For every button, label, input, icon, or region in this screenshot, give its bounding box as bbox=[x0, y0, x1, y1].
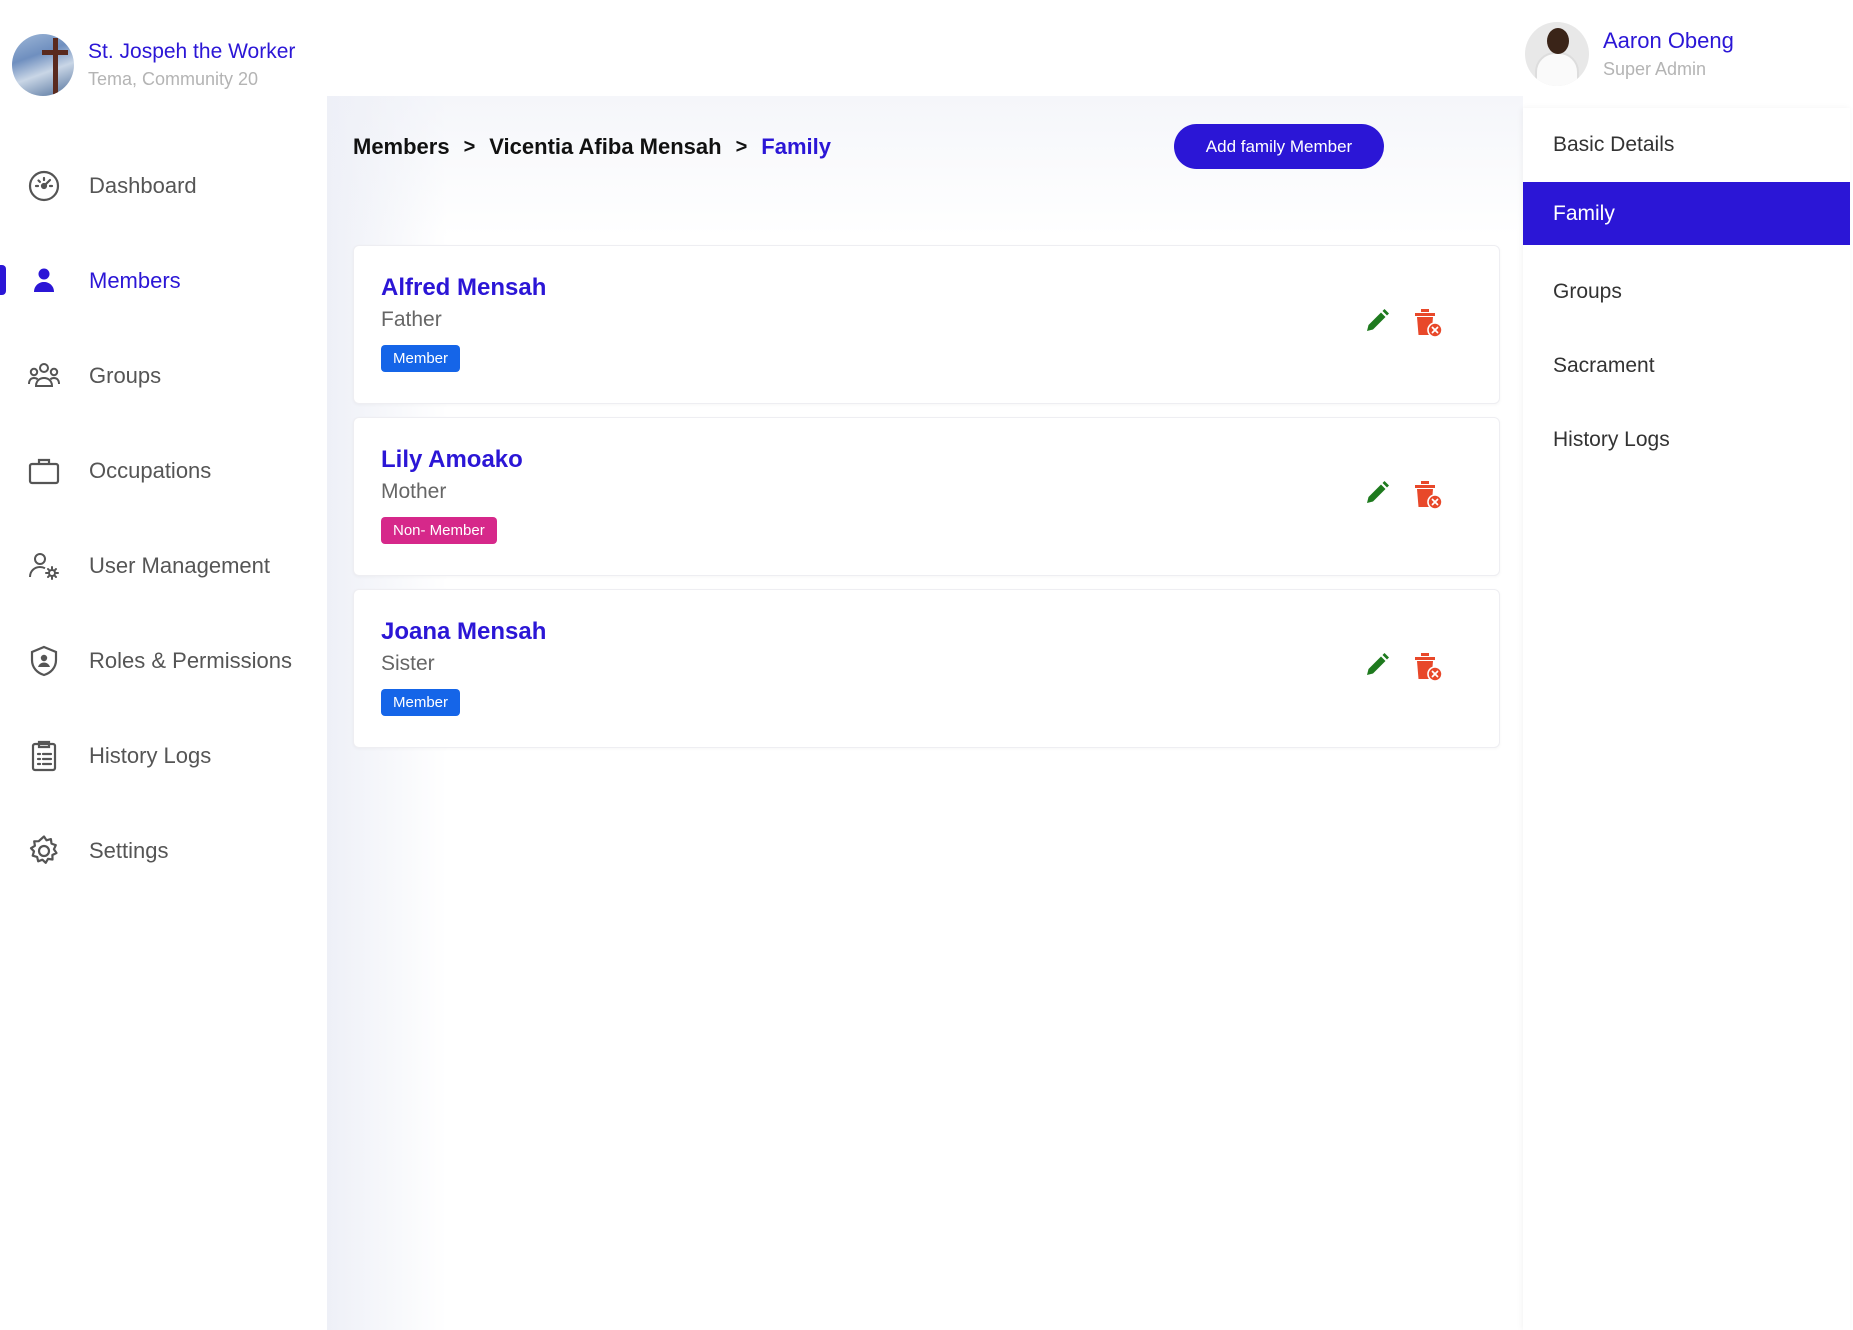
sidebar-item-user-management[interactable]: User Management bbox=[0, 518, 327, 613]
church-location: Tema, Community 20 bbox=[88, 69, 259, 89]
status-badge: Non- Member bbox=[381, 517, 497, 544]
edit-icon[interactable] bbox=[1362, 478, 1392, 508]
sidebar-item-settings[interactable]: Settings bbox=[0, 803, 327, 898]
add-family-member-button[interactable]: Add family Member bbox=[1174, 124, 1384, 169]
member-name[interactable]: Joana Mensah bbox=[381, 618, 546, 646]
gauge-icon bbox=[26, 168, 62, 204]
delete-icon[interactable] bbox=[1412, 649, 1444, 683]
sidebar: St. Jospeh the Worker Tema, Community 20… bbox=[0, 0, 327, 1318]
member-tabs-panel: Basic Details Family Groups Sacrament Hi… bbox=[1523, 108, 1850, 1330]
main-content: Members > Vicentia Afiba Mensah > Family… bbox=[327, 96, 1523, 1330]
sidebar-item-label: Groups bbox=[89, 362, 162, 388]
edit-icon[interactable] bbox=[1362, 306, 1392, 336]
family-member-card: Lily Amoako Mother Non- Member bbox=[353, 417, 1500, 576]
member-name[interactable]: Alfred Mensah bbox=[381, 274, 546, 302]
member-name[interactable]: Lily Amoako bbox=[381, 446, 523, 474]
person-icon bbox=[26, 263, 62, 299]
clipboard-list-icon bbox=[26, 738, 62, 774]
tab-family[interactable]: Family bbox=[1523, 182, 1850, 245]
brand[interactable]: St. Jospeh the Worker Tema, Community 20 bbox=[12, 34, 295, 96]
tab-basic-details[interactable]: Basic Details bbox=[1523, 108, 1850, 182]
user-name: Aaron Obeng bbox=[1603, 28, 1734, 53]
breadcrumb-current: Family bbox=[761, 134, 831, 159]
sidebar-item-label: Members bbox=[89, 267, 181, 293]
avatar bbox=[1525, 22, 1589, 86]
family-member-card: Alfred Mensah Father Member bbox=[353, 245, 1500, 404]
family-list: Alfred Mensah Father Member Lily Amoako … bbox=[353, 245, 1500, 761]
family-member-card: Joana Mensah Sister Member bbox=[353, 589, 1500, 748]
sidebar-item-members[interactable]: Members bbox=[0, 233, 327, 328]
tab-sacrament[interactable]: Sacrament bbox=[1523, 329, 1850, 403]
status-badge: Member bbox=[381, 345, 461, 372]
user-role: Super Admin bbox=[1603, 59, 1707, 79]
delete-icon[interactable] bbox=[1412, 305, 1444, 339]
sidebar-item-label: History Logs bbox=[89, 742, 212, 768]
sidebar-item-roles-permissions[interactable]: Roles & Permissions bbox=[0, 613, 327, 708]
sidebar-item-history-logs[interactable]: History Logs bbox=[0, 708, 327, 803]
user-gear-icon bbox=[26, 548, 62, 584]
breadcrumb-separator: > bbox=[735, 135, 748, 158]
sidebar-item-label: Dashboard bbox=[89, 172, 197, 198]
member-relation: Father bbox=[381, 308, 442, 331]
sidebar-item-label: Occupations bbox=[89, 457, 212, 483]
breadcrumb-members[interactable]: Members bbox=[353, 134, 450, 160]
sidebar-item-groups[interactable]: Groups bbox=[0, 328, 327, 423]
sidebar-item-label: Settings bbox=[89, 837, 169, 863]
tab-history-logs[interactable]: History Logs bbox=[1523, 403, 1850, 477]
breadcrumb: Members > Vicentia Afiba Mensah > Family bbox=[353, 134, 831, 160]
breadcrumb-member-name[interactable]: Vicentia Afiba Mensah bbox=[489, 134, 721, 160]
delete-icon[interactable] bbox=[1412, 477, 1444, 511]
gear-icon bbox=[26, 833, 62, 869]
tab-groups[interactable]: Groups bbox=[1523, 255, 1850, 329]
sidebar-item-label: Roles & Permissions bbox=[89, 647, 292, 673]
group-icon bbox=[26, 358, 62, 394]
user-profile[interactable]: Aaron Obeng Super Admin bbox=[1525, 22, 1734, 86]
sidebar-nav: Dashboard Members Groups Occupations Use… bbox=[0, 138, 327, 898]
sidebar-item-occupations[interactable]: Occupations bbox=[0, 423, 327, 518]
member-relation: Sister bbox=[381, 652, 435, 675]
sidebar-item-label: User Management bbox=[89, 552, 270, 578]
active-indicator bbox=[0, 265, 6, 295]
church-logo bbox=[12, 34, 74, 96]
member-relation: Mother bbox=[381, 480, 447, 503]
breadcrumb-separator: > bbox=[463, 135, 476, 158]
status-badge: Member bbox=[381, 689, 461, 716]
edit-icon[interactable] bbox=[1362, 650, 1392, 680]
sidebar-item-dashboard[interactable]: Dashboard bbox=[0, 138, 327, 233]
briefcase-icon bbox=[26, 453, 62, 489]
church-name: St. Jospeh the Worker bbox=[88, 40, 296, 63]
shield-user-icon bbox=[26, 643, 62, 679]
